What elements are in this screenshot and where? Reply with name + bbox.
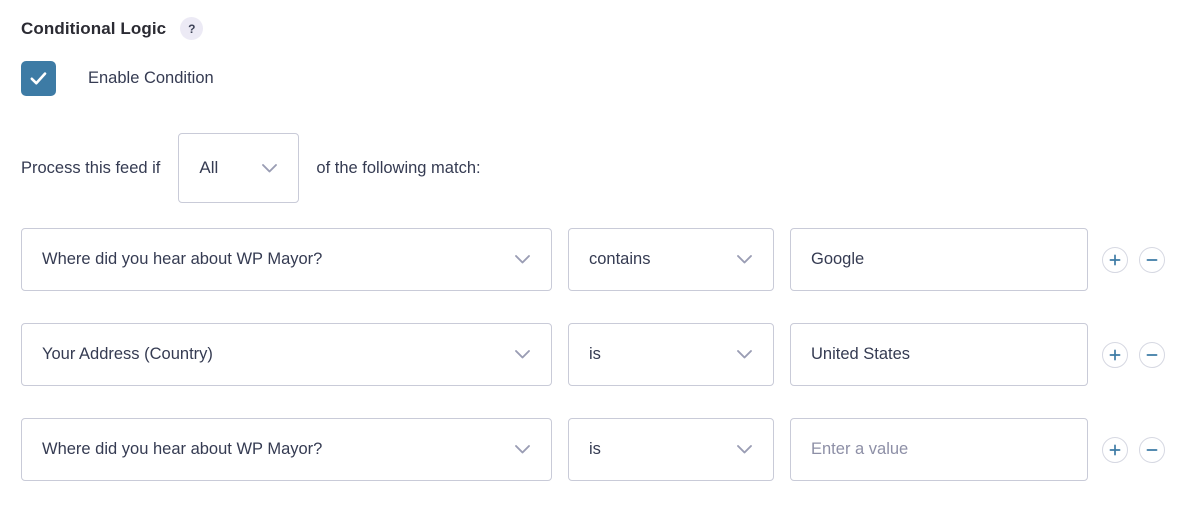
conditional-logic-panel: Conditional Logic ? Enable Condition Pro…: [0, 0, 1200, 529]
remove-condition-button[interactable]: [1139, 341, 1165, 368]
condition-row: Where did you hear about WP Mayor? conta…: [21, 228, 1165, 291]
condition-row: Where did you hear about WP Mayor? is En…: [21, 418, 1165, 481]
minus-icon: [1146, 258, 1158, 261]
page-title: Conditional Logic: [21, 18, 167, 38]
condition-value-input[interactable]: Enter a value: [790, 418, 1088, 481]
process-feed-prefix: Process this feed if: [21, 158, 161, 177]
chevron-down-icon: [515, 255, 530, 264]
condition-field-value: Your Address (Country): [42, 345, 213, 363]
enable-condition-checkbox[interactable]: [21, 61, 56, 96]
chevron-down-icon: [515, 445, 530, 454]
conditions-list: Where did you hear about WP Mayor? conta…: [21, 228, 1165, 481]
remove-condition-button[interactable]: [1139, 246, 1165, 273]
condition-field-select[interactable]: Where did you hear about WP Mayor?: [21, 228, 552, 291]
condition-field-select[interactable]: Where did you hear about WP Mayor?: [21, 418, 552, 481]
condition-field-select[interactable]: Your Address (Country): [21, 323, 552, 386]
question-mark-icon[interactable]: ?: [180, 17, 204, 40]
plus-icon: [1109, 254, 1121, 265]
condition-value-text: Enter a value: [811, 440, 909, 458]
condition-row-actions: [1102, 341, 1165, 368]
process-feed-suffix: of the following match:: [316, 158, 481, 177]
process-feed-row: Process this feed if All of the followin…: [21, 133, 481, 203]
chevron-down-icon: [737, 255, 752, 264]
section-header: Conditional Logic ?: [21, 17, 204, 40]
condition-value-input[interactable]: United States: [790, 323, 1088, 386]
condition-field-value: Where did you hear about WP Mayor?: [42, 250, 323, 268]
add-condition-button[interactable]: [1102, 246, 1128, 273]
condition-value-text: United States: [811, 345, 911, 363]
condition-operator-value: is: [589, 440, 601, 458]
chevron-down-icon: [515, 350, 530, 359]
enable-condition-row[interactable]: Enable Condition: [21, 61, 214, 96]
plus-icon: [1109, 444, 1121, 455]
add-condition-button[interactable]: [1102, 341, 1128, 368]
add-condition-button[interactable]: [1102, 436, 1128, 463]
minus-icon: [1146, 353, 1158, 356]
chevron-down-icon: [737, 350, 752, 359]
condition-row-actions: [1102, 246, 1165, 273]
condition-operator-value: is: [589, 345, 601, 363]
condition-row-actions: [1102, 436, 1165, 463]
chevron-down-icon: [737, 445, 752, 454]
enable-condition-label[interactable]: Enable Condition: [88, 69, 214, 88]
condition-operator-select[interactable]: is: [568, 323, 774, 386]
condition-value-text: Google: [811, 250, 865, 268]
condition-field-value: Where did you hear about WP Mayor?: [42, 440, 323, 458]
condition-operator-select[interactable]: is: [568, 418, 774, 481]
remove-condition-button[interactable]: [1139, 436, 1165, 463]
condition-operator-value: contains: [589, 250, 651, 268]
checkmark-icon: [30, 72, 47, 85]
condition-row: Your Address (Country) is United States: [21, 323, 1165, 386]
condition-value-input[interactable]: Google: [790, 228, 1088, 291]
match-type-select[interactable]: All: [178, 133, 300, 203]
chevron-down-icon: [262, 163, 278, 172]
match-type-value: All: [199, 158, 219, 177]
condition-operator-select[interactable]: contains: [568, 228, 774, 291]
plus-icon: [1109, 349, 1121, 360]
minus-icon: [1146, 448, 1158, 451]
